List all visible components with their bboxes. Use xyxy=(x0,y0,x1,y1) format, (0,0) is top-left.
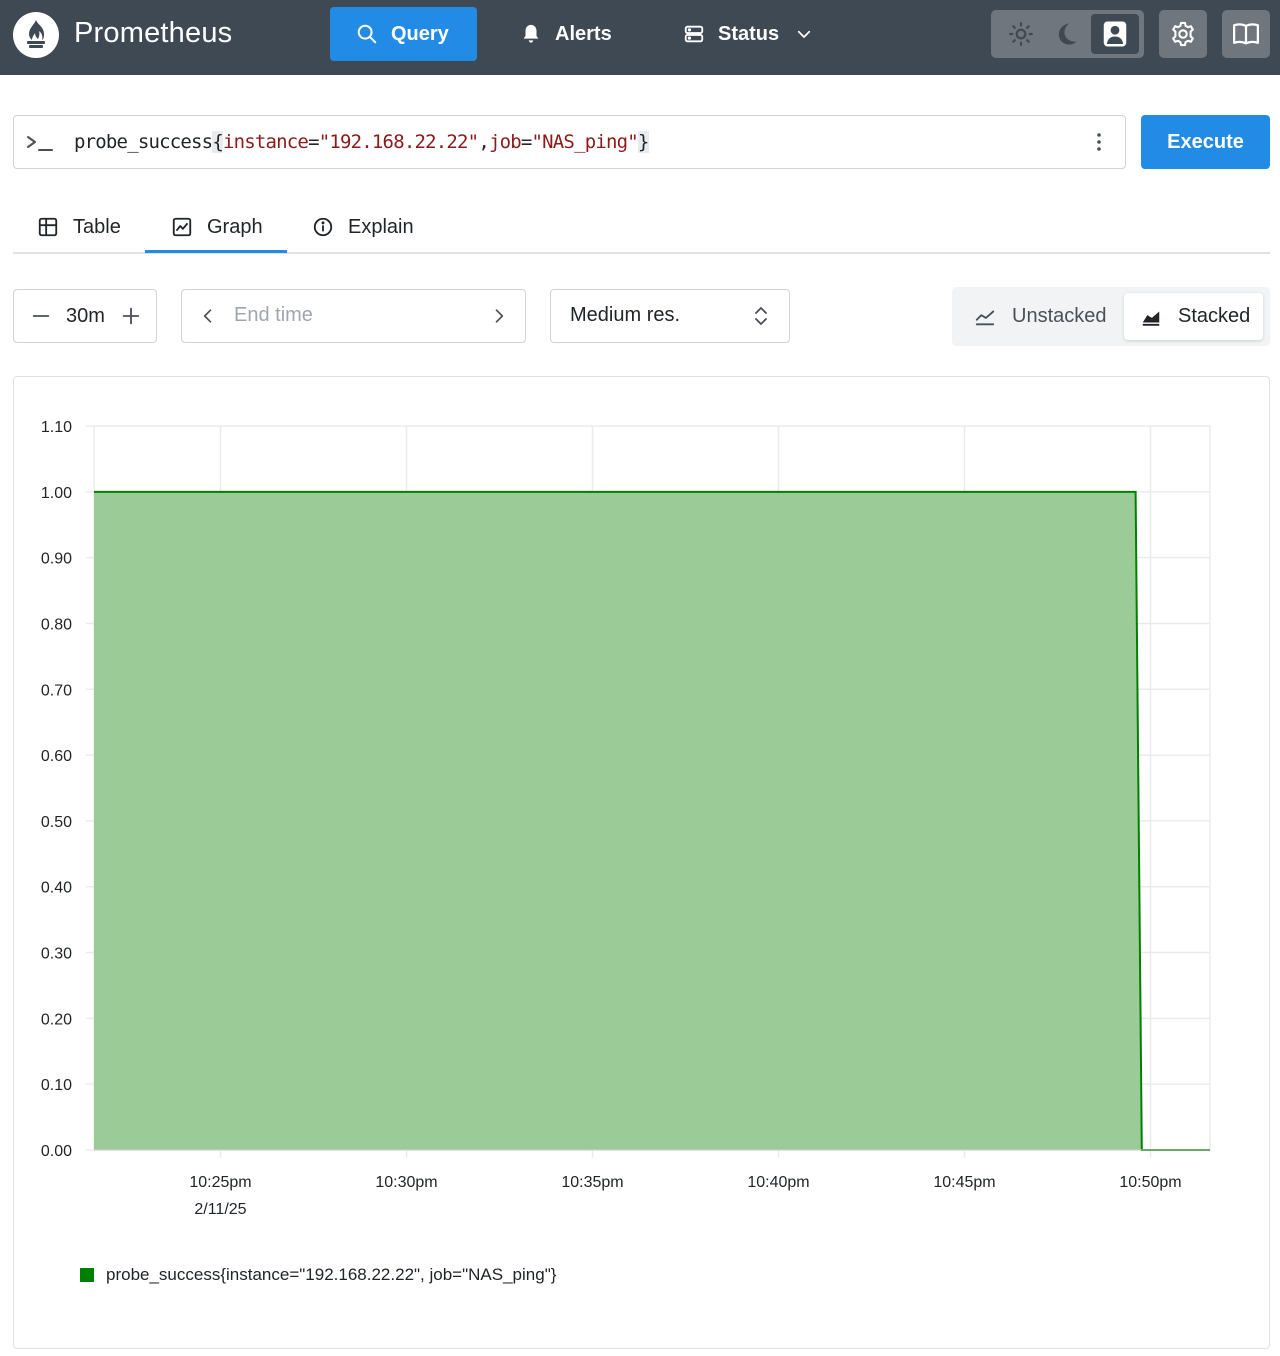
time-series-chart[interactable]: 0.00 0.10 0.20 0.30 0.40 0.50 0.60 0.70 0.80 0.90… xyxy=(14,377,1269,1257)
y-tick-label: 0.90 xyxy=(41,551,72,568)
terminal-prompt-icon xyxy=(27,136,53,151)
theme-switcher xyxy=(991,10,1144,58)
x-tick-label: 10:45pm xyxy=(933,1174,995,1191)
tab-graph[interactable]: Graph xyxy=(171,200,263,254)
x-tick-label: 10:25pm xyxy=(189,1174,251,1191)
tab-table[interactable]: Table xyxy=(37,200,121,254)
documentation-button[interactable] xyxy=(1222,10,1270,58)
x-tick-label: 10:50pm xyxy=(1119,1174,1181,1191)
y-tick-label: 0.00 xyxy=(41,1143,72,1160)
series-area xyxy=(94,491,1210,1150)
tab-graph-label: Graph xyxy=(207,215,263,238)
chevron-left-icon[interactable] xyxy=(198,306,218,326)
nav-status-label: Status xyxy=(718,22,780,45)
server-icon xyxy=(684,25,704,43)
expression-text[interactable]: probe_success{instance="192.168.22.22",j… xyxy=(74,129,649,155)
y-tick-label: 0.20 xyxy=(41,1011,72,1028)
end-time-control: End time xyxy=(181,289,526,343)
y-tick-label: 0.40 xyxy=(41,880,72,897)
chevron-down-icon xyxy=(797,30,811,38)
y-tick-label: 0.60 xyxy=(41,748,72,765)
legend-label: probe_success{instance="192.168.22.22", … xyxy=(106,1265,557,1284)
range-input[interactable]: 30m xyxy=(66,305,105,328)
search-icon xyxy=(357,24,377,44)
stacked-label: Stacked xyxy=(1178,305,1251,327)
x-tick-label: 10:40pm xyxy=(747,1174,809,1191)
table-icon xyxy=(38,217,58,237)
moon-icon xyxy=(1058,23,1077,45)
resolution-value: Medium res. xyxy=(570,304,681,326)
settings-button[interactable] xyxy=(1159,10,1207,58)
y-tick-label: 0.10 xyxy=(41,1077,72,1094)
range-control: 30m xyxy=(13,289,157,343)
legend-swatch xyxy=(80,1268,94,1282)
active-tab-indicator xyxy=(145,250,287,253)
x-tick-label: 10:30pm xyxy=(375,1174,437,1191)
increase-range-icon[interactable] xyxy=(120,305,142,327)
unstacked-option[interactable]: Unstacked xyxy=(962,293,1126,340)
more-options-icon[interactable] xyxy=(1087,130,1111,154)
unstacked-label: Unstacked xyxy=(1012,305,1107,327)
y-tick-label: 0.30 xyxy=(41,946,72,963)
expression-input[interactable]: probe_success{instance="192.168.22.22",j… xyxy=(13,115,1126,169)
nav-alerts-label: Alerts xyxy=(555,22,612,45)
selector-chevrons-icon xyxy=(755,307,767,325)
x-tick-label: 10:35pm xyxy=(561,1174,623,1191)
tab-explain-label: Explain xyxy=(348,215,414,238)
dark-theme-button[interactable] xyxy=(1043,14,1091,54)
prometheus-logo-icon[interactable] xyxy=(13,12,59,58)
line-chart-icon xyxy=(975,310,995,325)
decrease-range-icon[interactable] xyxy=(30,305,52,327)
user-icon xyxy=(1103,21,1127,47)
y-tick-label: 0.50 xyxy=(41,814,72,831)
app-title[interactable]: Prometheus xyxy=(74,17,232,50)
stack-mode-toggle: Unstacked Stacked xyxy=(952,287,1270,346)
sun-icon xyxy=(1009,22,1033,46)
end-time-input[interactable]: End time xyxy=(234,304,313,327)
auto-theme-button[interactable] xyxy=(1091,14,1139,54)
nav-query-label: Query xyxy=(391,22,449,45)
light-theme-button[interactable] xyxy=(997,14,1045,54)
top-navbar: Prometheus Query Alerts Status xyxy=(0,0,1280,75)
gear-icon xyxy=(1172,21,1194,47)
tab-explain[interactable]: Explain xyxy=(312,200,414,254)
graph-icon xyxy=(172,217,192,237)
graph-panel: 0.00 0.10 0.20 0.30 0.40 0.50 0.60 0.70 0.80 0.90… xyxy=(13,376,1270,1349)
nav-status-dropdown[interactable]: Status xyxy=(683,7,833,61)
book-icon xyxy=(1233,23,1259,45)
y-tick-label: 0.70 xyxy=(41,682,72,699)
nav-query-button[interactable]: Query xyxy=(330,7,477,61)
tab-table-label: Table xyxy=(73,215,121,238)
area-chart-icon xyxy=(1142,311,1160,326)
y-tick-label: 1.00 xyxy=(41,485,72,502)
nav-alerts-button[interactable]: Alerts xyxy=(520,7,630,61)
stacked-option[interactable]: Stacked xyxy=(1124,293,1263,340)
bell-icon xyxy=(523,24,539,43)
view-tabs: Table Graph Explain xyxy=(13,200,1270,254)
info-icon xyxy=(313,217,333,237)
chevron-right-icon[interactable] xyxy=(489,306,509,326)
resolution-select[interactable]: Medium res. xyxy=(550,289,790,343)
execute-button[interactable]: Execute xyxy=(1141,115,1270,169)
x-tick-sublabel: 2/11/25 xyxy=(194,1201,246,1218)
y-tick-label: 0.80 xyxy=(41,616,72,633)
y-tick-label: 1.10 xyxy=(41,419,72,436)
legend-item[interactable]: probe_success{instance="192.168.22.22", … xyxy=(80,1265,556,1285)
